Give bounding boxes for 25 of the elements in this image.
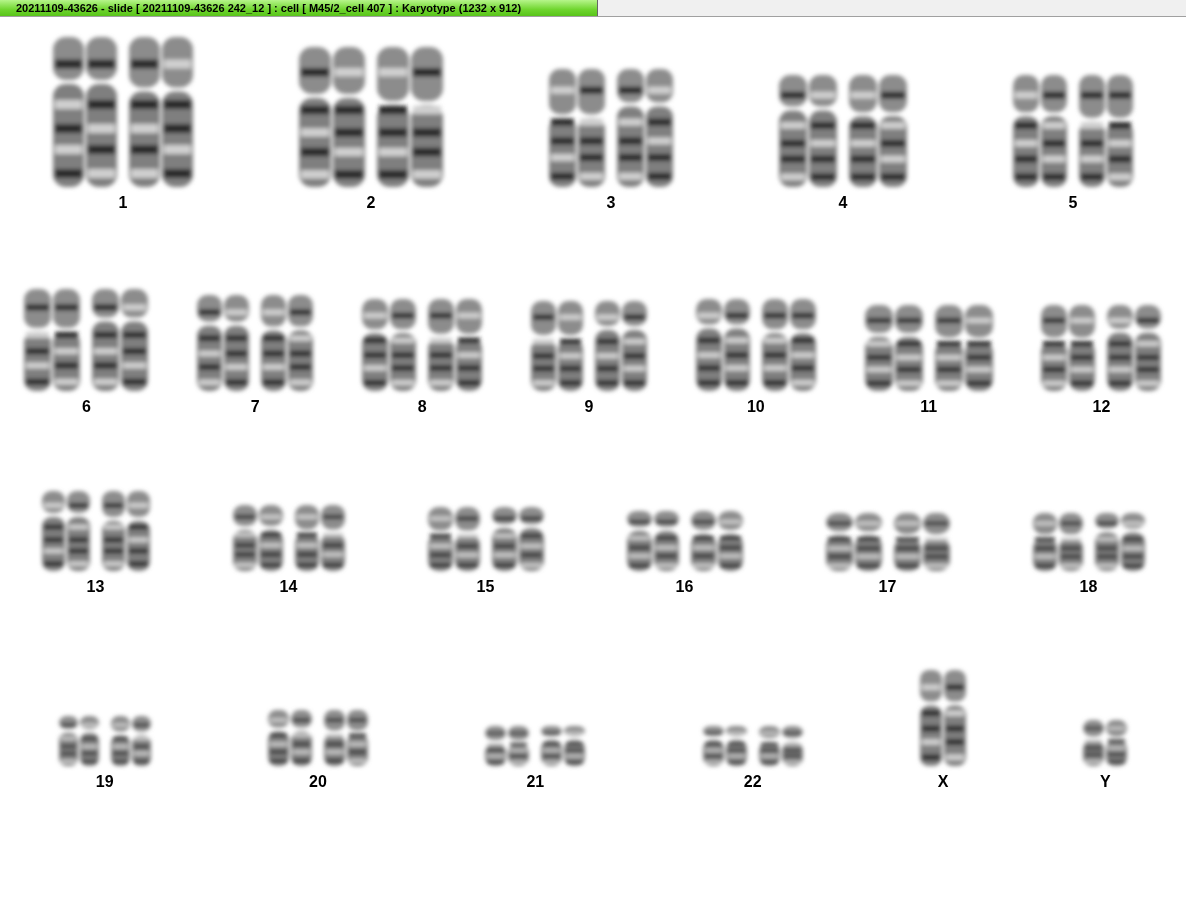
chromosome-label: 10 bbox=[746, 398, 765, 416]
chromosome-label: 9 bbox=[584, 398, 594, 416]
chromosome-label: 21 bbox=[526, 773, 545, 791]
chromosome-label: 6 bbox=[81, 398, 91, 416]
chromosome-label: 22 bbox=[743, 773, 762, 791]
chromosome-label: 1 bbox=[118, 194, 128, 212]
chromosome-label: 19 bbox=[95, 773, 114, 791]
chromosome-label: 20 bbox=[309, 773, 327, 791]
chromosome-label: 2 bbox=[366, 194, 376, 212]
chromosome-label: 7 bbox=[250, 398, 260, 416]
chromosome-label: 17 bbox=[878, 578, 897, 596]
window-tab[interactable]: 20211109-43626 - slide [ 20211109-43626 242_12 ] : cell [ M45/2_cell 407 ] : Karyotype (1232 x 912) bbox=[0, 0, 598, 16]
chromosome-label: Y bbox=[1099, 773, 1111, 791]
chromosome-label: 18 bbox=[1079, 578, 1098, 596]
chromosome-label: 16 bbox=[675, 578, 694, 596]
chromosome-label: 3 bbox=[606, 194, 616, 212]
chromosome-label: X bbox=[937, 773, 949, 791]
chromosome-label: 4 bbox=[838, 194, 848, 212]
chromosome-label: 12 bbox=[1092, 398, 1111, 416]
chromosome-label: 5 bbox=[1068, 194, 1078, 212]
chromosome-label: 14 bbox=[279, 578, 298, 596]
chromosome-label: 11 bbox=[920, 398, 938, 416]
chromosome-label: 8 bbox=[417, 398, 427, 416]
chromosome-label: 15 bbox=[476, 578, 495, 596]
chromosome-label: 13 bbox=[86, 578, 105, 596]
